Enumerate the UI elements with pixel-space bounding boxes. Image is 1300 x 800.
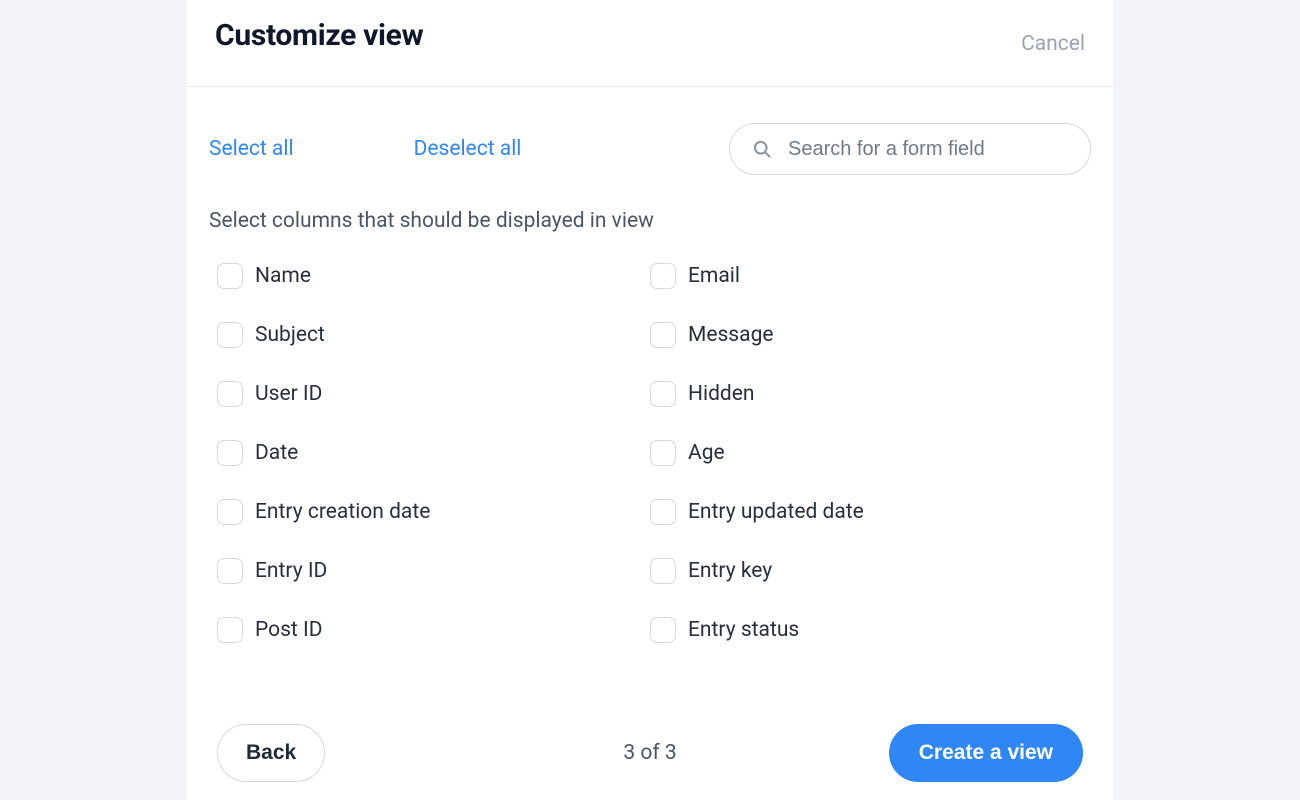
checkbox[interactable]: [217, 440, 243, 466]
column-option-email[interactable]: Email: [650, 263, 1083, 289]
column-option-message[interactable]: Message: [650, 322, 1083, 348]
column-label: Entry creation date: [255, 500, 430, 524]
checkbox[interactable]: [650, 558, 676, 584]
deselect-all-link[interactable]: Deselect all: [414, 137, 522, 161]
search-input[interactable]: [788, 138, 1068, 161]
page-title: Customize view: [215, 18, 423, 53]
column-option-entry-id[interactable]: Entry ID: [217, 558, 650, 584]
checkbox[interactable]: [650, 322, 676, 348]
checkbox[interactable]: [650, 440, 676, 466]
checkbox[interactable]: [217, 322, 243, 348]
checkbox[interactable]: [650, 499, 676, 525]
checkbox[interactable]: [650, 263, 676, 289]
checkbox[interactable]: [217, 558, 243, 584]
column-label: Date: [255, 441, 298, 465]
column-label: Name: [255, 264, 311, 288]
customize-view-modal: Customize view Cancel Select all Deselec…: [187, 0, 1113, 800]
columns-grid: Name Email Subject Message User ID Hidde…: [187, 233, 1113, 643]
column-label: User ID: [255, 382, 322, 406]
instruction-text: Select columns that should be displayed …: [187, 175, 1113, 233]
column-option-entry-status[interactable]: Entry status: [650, 617, 1083, 643]
search-field-wrapper[interactable]: [729, 123, 1091, 175]
column-label: Entry updated date: [688, 500, 864, 524]
column-option-subject[interactable]: Subject: [217, 322, 650, 348]
checkbox[interactable]: [217, 617, 243, 643]
column-option-date[interactable]: Date: [217, 440, 650, 466]
column-label: Subject: [255, 323, 325, 347]
column-option-hidden[interactable]: Hidden: [650, 381, 1083, 407]
column-label: Entry key: [688, 559, 772, 583]
column-option-entry-updated-date[interactable]: Entry updated date: [650, 499, 1083, 525]
column-option-entry-creation-date[interactable]: Entry creation date: [217, 499, 650, 525]
modal-footer: Back 3 of 3 Create a view: [187, 724, 1113, 800]
checkbox[interactable]: [650, 617, 676, 643]
column-label: Entry ID: [255, 559, 327, 583]
column-option-user-id[interactable]: User ID: [217, 381, 650, 407]
column-label: Message: [688, 323, 774, 347]
checkbox[interactable]: [217, 263, 243, 289]
column-label: Email: [688, 264, 740, 288]
toolbar: Select all Deselect all: [187, 87, 1113, 175]
checkbox[interactable]: [650, 381, 676, 407]
back-button[interactable]: Back: [217, 724, 325, 782]
create-view-button[interactable]: Create a view: [889, 724, 1083, 782]
column-label: Post ID: [255, 618, 323, 642]
checkbox[interactable]: [217, 381, 243, 407]
column-label: Entry status: [688, 618, 799, 642]
cancel-button[interactable]: Cancel: [1021, 32, 1085, 56]
column-label: Hidden: [688, 382, 755, 406]
step-indicator: 3 of 3: [623, 741, 676, 765]
checkbox[interactable]: [217, 499, 243, 525]
modal-header: Customize view Cancel: [187, 0, 1113, 87]
column-label: Age: [688, 441, 725, 465]
column-option-entry-key[interactable]: Entry key: [650, 558, 1083, 584]
select-all-link[interactable]: Select all: [209, 137, 294, 161]
column-option-age[interactable]: Age: [650, 440, 1083, 466]
search-icon: [752, 139, 772, 159]
column-option-post-id[interactable]: Post ID: [217, 617, 650, 643]
column-option-name[interactable]: Name: [217, 263, 650, 289]
